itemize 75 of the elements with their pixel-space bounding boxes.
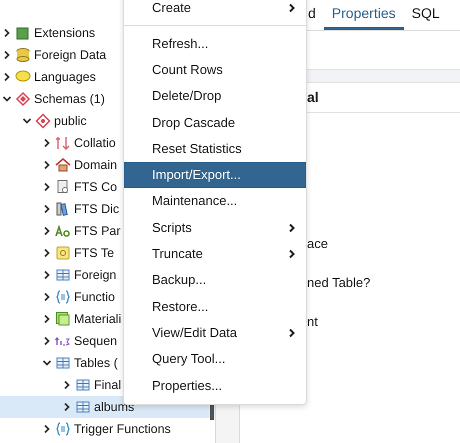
tree-item-label: Languages — [34, 68, 96, 86]
chevron-right-icon[interactable] — [42, 270, 52, 280]
menu-item[interactable]: Import/Export... — [124, 162, 306, 188]
braces-icon — [55, 289, 71, 305]
menu-item[interactable]: Backup... — [124, 266, 306, 294]
chevron-down-icon[interactable] — [22, 116, 32, 126]
table-icon — [55, 355, 71, 371]
menu-item[interactable]: Count Rows — [124, 56, 306, 83]
tree-item-label: Tables ( — [74, 354, 118, 372]
chevron-right-icon[interactable] — [42, 226, 52, 236]
tree-item-label: Schemas (1) — [34, 90, 105, 108]
tree-item-label: Domain — [74, 156, 118, 174]
menu-item[interactable]: Maintenance... — [124, 188, 306, 214]
tree-item-label: FTS Co — [74, 178, 118, 196]
database-icon — [15, 47, 31, 63]
tree-item-label: Trigger Functions — [74, 420, 171, 438]
tree-item-label: FTS Dic — [74, 200, 120, 218]
chevron-right-icon[interactable] — [42, 336, 52, 346]
letters-icon — [55, 223, 71, 239]
chevron-down-icon[interactable] — [42, 358, 52, 368]
house-icon — [55, 157, 71, 173]
table-icon — [75, 399, 91, 415]
menu-item[interactable]: Drop Cascade — [124, 109, 306, 136]
menu-item[interactable]: Scripts — [124, 214, 306, 241]
tree-item-label: Foreign — [74, 266, 116, 284]
chevron-right-icon[interactable] — [2, 50, 12, 60]
chevron-right-icon[interactable] — [42, 424, 52, 434]
chevron-right-icon[interactable] — [42, 182, 52, 192]
tree-item-label: Collatio — [74, 134, 116, 152]
tree-item-label: Final — [94, 376, 122, 394]
tree-item-label: public — [54, 112, 87, 130]
property-label: ace — [307, 235, 329, 252]
tree-item-label: Foreign Data — [34, 46, 106, 64]
chevron-right-icon[interactable] — [62, 380, 72, 390]
chevron-right-icon[interactable] — [42, 292, 52, 302]
menu-item[interactable]: Delete/Drop — [124, 82, 306, 110]
tree-item-label: albums — [94, 398, 134, 416]
chevron-right-icon[interactable] — [42, 314, 52, 324]
menu-item[interactable]: Refresh... — [124, 30, 306, 57]
tree-item[interactable]: Trigger Functions — [0, 418, 215, 440]
tree-item-label: FTS Te — [74, 244, 114, 262]
document-icon — [55, 179, 71, 195]
chevron-right-icon[interactable] — [42, 138, 52, 148]
menu-item[interactable]: Reset Statistics — [124, 135, 306, 162]
books-icon — [55, 201, 71, 217]
tab[interactable]: Properties — [324, 0, 404, 30]
property-label: ned Table? — [307, 274, 372, 291]
menu-item[interactable]: Query Tool... — [124, 346, 306, 372]
chevron-right-icon[interactable] — [42, 160, 52, 170]
menu-item[interactable]: Truncate — [124, 240, 306, 267]
menu-item[interactable]: View/Edit Data — [124, 320, 306, 346]
tree-item-label: Sequen — [74, 332, 118, 350]
menu-item[interactable]: Create — [124, 0, 306, 22]
tab[interactable]: SQL — [404, 0, 448, 30]
stacked-squares-icon — [55, 311, 71, 327]
chevron-right-icon[interactable] — [42, 204, 52, 214]
tree-item-label: FTS Par — [74, 222, 121, 240]
tree-item-label: Materiali — [74, 310, 122, 328]
chevron-right-icon[interactable] — [42, 248, 52, 258]
menu-item[interactable]: Properties... — [124, 372, 306, 398]
chevron-right-icon[interactable] — [62, 402, 72, 412]
table-icon — [75, 377, 91, 393]
menu-item[interactable]: Restore... — [124, 293, 306, 320]
diamonds-icon — [15, 91, 31, 107]
tree-item-label: Functio — [74, 288, 115, 306]
property-label: nt — [307, 313, 319, 330]
sort-icon — [55, 135, 71, 151]
chevron-down-icon[interactable] — [2, 94, 12, 104]
chevron-right-icon[interactable] — [2, 28, 12, 38]
diamond-icon — [35, 113, 51, 129]
section-title: al — [307, 88, 319, 107]
table-icon — [55, 267, 71, 283]
tree-item-label: Extensions — [34, 24, 96, 42]
braces-icon — [55, 421, 71, 437]
chevron-right-icon[interactable] — [2, 72, 12, 82]
